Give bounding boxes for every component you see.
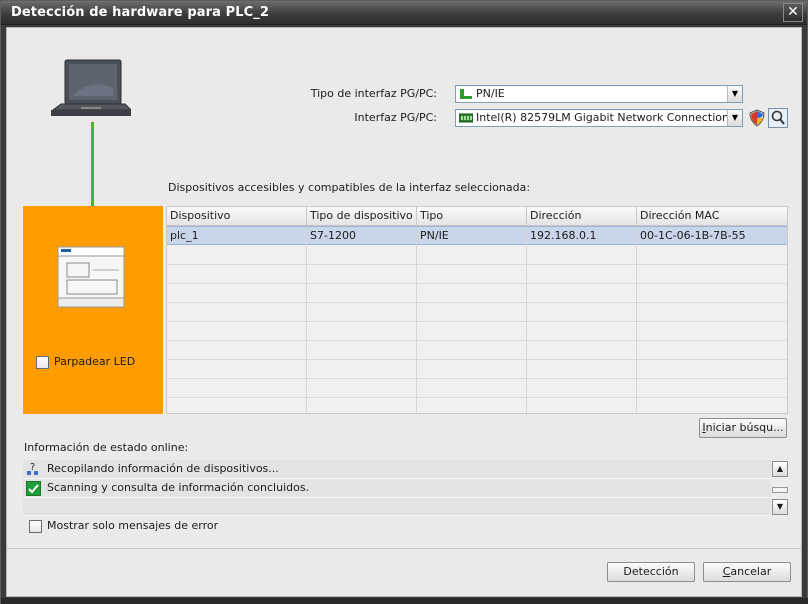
pg-pc-laptop-icon	[51, 59, 131, 116]
devices-table: Dispositivo Tipo de dispositivo Tipo Dir…	[166, 206, 788, 414]
empty-row	[167, 341, 787, 360]
close-button[interactable]: ✕	[783, 3, 803, 22]
empty-row	[167, 398, 787, 413]
column-header-type[interactable]: Tipo	[417, 207, 527, 226]
status-text: Recopilando información de dispositivos.…	[47, 462, 279, 475]
scroll-down-icon[interactable]: ▼	[772, 499, 788, 515]
gathering-info-icon: ?	[27, 462, 38, 475]
cell-mac: 00-1C-06-1B-7B-55	[640, 229, 746, 242]
list-item	[23, 498, 771, 516]
network-search-icon[interactable]	[768, 108, 788, 128]
interface-type-value: PN/IE	[476, 87, 505, 100]
empty-row	[167, 322, 787, 341]
column-header-device-type[interactable]: Tipo de dispositivo	[307, 207, 417, 226]
interface-type-dropdown[interactable]: PN/IE ▼	[455, 85, 743, 103]
only-errors-checkbox[interactable]	[29, 520, 42, 533]
cell-address: 192.168.0.1	[527, 227, 637, 246]
empty-row	[167, 360, 787, 379]
status-scrollbar[interactable]: ▲ ▼	[771, 460, 789, 516]
table-header: Dispositivo Tipo de dispositivo Tipo Dir…	[167, 207, 787, 226]
chevron-down-icon[interactable]: ▼	[727, 110, 742, 126]
status-text: Scanning y consulta de información concl…	[47, 481, 310, 494]
cancel-button[interactable]: Cancelar	[703, 562, 791, 582]
start-search-label: niciar búsqu...	[705, 421, 784, 434]
title-bar[interactable]: Detección de hardware para PLC_2 ✕	[1, 1, 807, 25]
detect-button[interactable]: Detección	[607, 562, 695, 582]
interface-dropdown[interactable]: Intel(R) 82579LM Gigabit Network Connect…	[455, 109, 743, 127]
scroll-thumb[interactable]	[772, 487, 788, 493]
cell-type: PN/IE	[417, 227, 527, 246]
footer-divider	[7, 548, 801, 549]
column-header-device[interactable]: Dispositivo	[167, 207, 307, 226]
network-plug-icon	[460, 89, 472, 99]
scroll-up-icon[interactable]: ▲	[772, 461, 788, 477]
cancel-label: ancelar	[730, 565, 772, 578]
security-shield-icon[interactable]	[748, 109, 766, 127]
window-title: Detección de hardware para PLC_2	[11, 5, 270, 20]
cell-device: plc_1	[167, 227, 307, 246]
network-card-icon	[459, 113, 473, 123]
online-status-title: Información de estado online:	[24, 441, 189, 454]
target-device-panel: Parpadear LED	[23, 206, 163, 414]
column-header-mac[interactable]: Dirección MAC	[637, 207, 787, 226]
interface-type-label: Tipo de interfaz PG/PC:	[310, 87, 437, 100]
start-search-button[interactable]: Iniciar búsqu...	[699, 418, 787, 438]
svg-text:?: ?	[30, 462, 35, 473]
empty-row	[167, 284, 787, 303]
status-messages-list: ? Recopilando información de dispositivo…	[23, 460, 789, 516]
plc-device-icon	[57, 246, 125, 308]
list-item: Scanning y consulta de información concl…	[23, 479, 771, 498]
empty-row	[167, 265, 787, 284]
list-item: ? Recopilando información de dispositivo…	[23, 460, 771, 479]
flash-led-label: Parpadear LED	[54, 355, 136, 368]
green-check-icon	[26, 481, 41, 496]
column-header-address[interactable]: Dirección	[527, 207, 637, 226]
interface-value: Intel(R) 82579LM Gigabit Network Connect…	[476, 111, 729, 124]
window-bottom-edge	[1, 598, 808, 604]
only-errors-label: Mostrar solo mensajes de error	[47, 519, 219, 532]
devices-section-label: Dispositivos accesibles y compatibles de…	[168, 181, 531, 194]
empty-row	[167, 246, 787, 265]
empty-row	[167, 303, 787, 322]
dialog-client-area: Tipo de interfaz PG/PC: PN/IE ▼ Interfaz…	[6, 27, 802, 597]
dialog-window: Detección de hardware para PLC_2 ✕ Tipo …	[0, 0, 808, 604]
cell-device-type: S7-1200	[307, 227, 417, 246]
table-row[interactable]: plc_1 S7-1200 PN/IE 192.168.0.1 00-1C-06…	[167, 226, 787, 246]
empty-row	[167, 379, 787, 398]
chevron-down-icon[interactable]: ▼	[727, 86, 742, 102]
interface-label: Interfaz PG/PC:	[354, 111, 437, 124]
flash-led-checkbox[interactable]	[36, 356, 49, 369]
